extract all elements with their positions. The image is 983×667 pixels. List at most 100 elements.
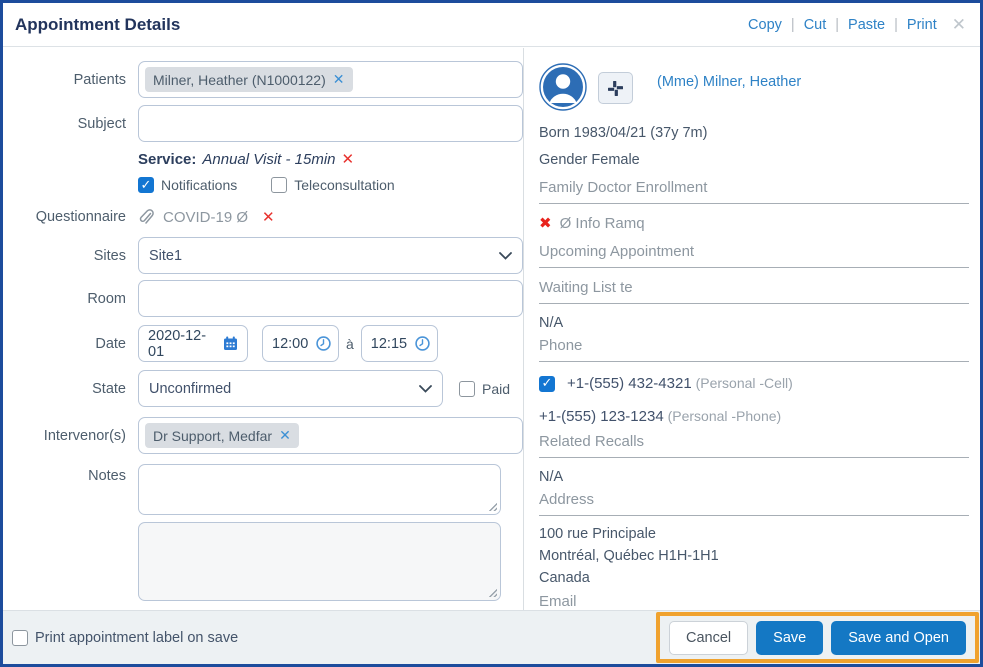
- subject-label: Subject: [77, 115, 126, 132]
- phone-checkbox[interactable]: [539, 375, 555, 392]
- notes-label: Notes: [88, 468, 126, 484]
- dialog-header: Appointment Details Copy | Cut | Paste |…: [3, 3, 980, 47]
- time-separator: à: [346, 335, 354, 352]
- intervenors-label: Intervenor(s): [43, 427, 126, 444]
- questionnaire-label: Questionnaire: [35, 209, 126, 225]
- paid-label: Paid: [482, 380, 511, 397]
- separator: |: [894, 16, 898, 33]
- patient-summary-panel: (Mme) Milner, Heather Born 1983/04/21 (3…: [539, 48, 977, 610]
- merge-patient-button[interactable]: [598, 72, 633, 104]
- info-ramq-row: ✖ Ø Info Ramq: [539, 214, 969, 233]
- questionnaire-value: COVID-19 Ø: [163, 208, 249, 226]
- service-label: Service:: [138, 150, 197, 168]
- phone-row: +1-(555) 432-4321 (Personal -Cell): [539, 375, 969, 392]
- secondary-notes-textarea[interactable]: [138, 522, 501, 601]
- cut-link[interactable]: Cut: [804, 17, 827, 33]
- teleconsultation-option: Teleconsultation: [271, 177, 395, 193]
- sites-row: Sites Site1: [3, 237, 523, 274]
- print-label-option: Print appointment label on save: [12, 629, 238, 646]
- phone-row: +1-(555) 123-1234 (Personal -Phone): [539, 408, 969, 425]
- patients-input[interactable]: Milner, Heather (N1000122) ✕: [138, 61, 523, 98]
- date-label: Date: [95, 335, 126, 352]
- cancel-button[interactable]: Cancel: [669, 620, 749, 655]
- paste-link[interactable]: Paste: [848, 17, 885, 33]
- intervenors-input[interactable]: Dr Support, Medfar ✕: [138, 417, 523, 454]
- chevron-down-icon: [419, 384, 432, 393]
- section-phone: Phone: [539, 337, 969, 362]
- patient-chip: Milner, Heather (N1000122) ✕: [145, 67, 353, 92]
- service-line: Service: Annual Visit - 15min ✕: [138, 150, 501, 169]
- separator: |: [790, 16, 795, 33]
- sites-label: Sites: [93, 247, 126, 264]
- end-time-input[interactable]: 12:15: [360, 325, 438, 362]
- paid-option: Paid: [459, 380, 511, 397]
- patient-name-link[interactable]: (Mme) Milner, Heather: [657, 74, 801, 90]
- patient-avatar[interactable]: [539, 63, 587, 111]
- remove-questionnaire-icon[interactable]: ✕: [262, 208, 275, 226]
- patient-born: Born 1983/04/21 (37y 7m): [539, 125, 708, 141]
- date-input[interactable]: 2020-12-01: [138, 325, 248, 362]
- room-row: Room: [3, 280, 523, 317]
- section-address: Address: [539, 491, 969, 516]
- close-icon[interactable]: ✕: [952, 15, 966, 35]
- merge-icon: [607, 80, 624, 97]
- intervenors-row: Intervenor(s) Dr Support, Medfar ✕: [3, 417, 523, 454]
- section-waiting-list: Waiting List te: [539, 279, 969, 304]
- state-label: State: [92, 380, 126, 397]
- phone-type: (Personal -Phone): [667, 408, 782, 424]
- info-ramq-text: Ø Info Ramq: [559, 214, 645, 232]
- save-and-open-button[interactable]: Save and Open: [831, 620, 966, 655]
- patient-gender: Gender Female: [539, 152, 640, 168]
- section-upcoming-appointment: Upcoming Appointment: [539, 243, 969, 268]
- address-line: 100 rue Principale: [539, 526, 656, 542]
- chevron-down-icon: [499, 251, 512, 260]
- notifications-checkbox[interactable]: [138, 177, 154, 193]
- notes-row: Notes: [3, 464, 523, 601]
- print-label-checkbox[interactable]: [12, 629, 28, 646]
- clock-icon: [415, 336, 430, 351]
- start-time-input[interactable]: 12:00: [262, 325, 339, 362]
- appointment-details-dialog: Appointment Details Copy | Cut | Paste |…: [0, 0, 983, 667]
- address-line: Montréal, Québec H1H-1H1: [539, 548, 719, 564]
- calendar-icon: [223, 336, 238, 351]
- date-row: Date 2020-12-01 12:00 à 12:15: [3, 325, 523, 362]
- section-family-doctor-enrollment: Family Doctor Enrollment: [539, 179, 969, 204]
- separator: |: [835, 16, 840, 33]
- notes-textarea[interactable]: [138, 464, 501, 515]
- related-recalls-value: N/A: [539, 469, 564, 485]
- options-row: Notifications Teleconsultation: [3, 177, 523, 193]
- highlight-annotation: Cancel Save Save and Open: [656, 612, 979, 663]
- patients-label: Patients: [73, 71, 126, 88]
- service-value: Annual Visit - 15min: [202, 150, 336, 168]
- paperclip-icon: [138, 208, 154, 226]
- sites-select[interactable]: Site1: [138, 237, 523, 274]
- notifications-label: Notifications: [161, 177, 238, 193]
- appointment-form: Patients Milner, Heather (N1000122) ✕ Su…: [3, 48, 524, 610]
- room-input[interactable]: [138, 280, 523, 317]
- clock-icon: [316, 336, 331, 351]
- remove-service-icon[interactable]: ✕: [342, 150, 355, 168]
- patients-row: Patients Milner, Heather (N1000122) ✕: [3, 61, 523, 98]
- copy-link[interactable]: Copy: [748, 17, 782, 33]
- save-button[interactable]: Save: [756, 620, 824, 655]
- phone-number: +1-(555) 123-1234: [539, 408, 664, 425]
- notifications-option: Notifications: [138, 177, 237, 193]
- service-row: Service: Annual Visit - 15min ✕: [3, 150, 523, 169]
- subject-input[interactable]: [138, 105, 523, 142]
- print-link[interactable]: Print: [907, 17, 937, 33]
- address-line: Canada: [539, 570, 590, 586]
- phone-type: (Personal -Cell): [695, 375, 793, 391]
- room-label: Room: [87, 290, 126, 307]
- section-email: Email: [539, 593, 969, 610]
- phone-number: +1-(555) 432-4321: [567, 375, 692, 392]
- page-title: Appointment Details: [15, 14, 181, 34]
- subject-row: Subject: [3, 105, 523, 142]
- remove-intervenor-icon[interactable]: ✕: [279, 427, 291, 444]
- section-related-recalls: Related Recalls: [539, 433, 969, 458]
- remove-patient-icon[interactable]: ✕: [333, 71, 345, 88]
- intervenor-chip: Dr Support, Medfar ✕: [145, 423, 299, 448]
- paid-checkbox[interactable]: [459, 380, 475, 397]
- state-select[interactable]: Unconfirmed: [138, 370, 443, 407]
- state-row: State Unconfirmed Paid: [3, 370, 523, 407]
- teleconsultation-checkbox[interactable]: [271, 177, 288, 193]
